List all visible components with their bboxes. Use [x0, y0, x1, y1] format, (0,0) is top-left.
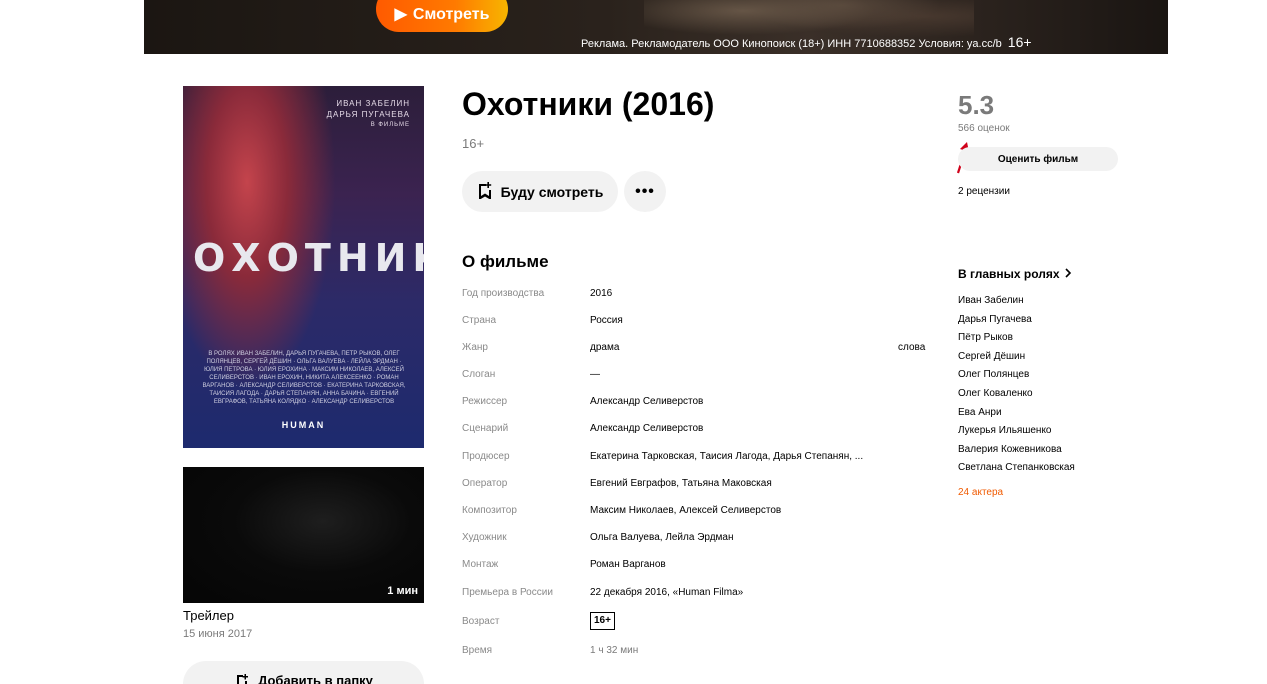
info-label: Слоган — [462, 369, 496, 380]
cast-item[interactable]: Светлана Степанковская — [958, 462, 1075, 481]
add-to-folder-button[interactable]: Добавить в папку — [183, 661, 424, 684]
cast-item[interactable]: Дарья Пугачева — [958, 314, 1075, 333]
info-value-composer[interactable]: Максим Николаев, Алексей Селиверстов — [590, 505, 781, 516]
watch-later-button[interactable]: Буду смотреть — [462, 171, 618, 212]
bookmark-plus-icon — [477, 181, 493, 202]
info-value-screenplay[interactable]: Александр Селиверстов — [590, 423, 703, 434]
poster-actor-1: ИВАН ЗАБЕЛИН — [336, 99, 410, 108]
info-label: Сценарий — [462, 423, 509, 434]
info-label: Композитор — [462, 505, 517, 516]
cast-item[interactable]: Ева Анри — [958, 407, 1075, 426]
rating-score: 5.3 — [958, 90, 995, 120]
film-age: 16+ — [462, 136, 485, 151]
poster-credits: В РОЛЯХ ИВАН ЗАБЕЛИН, ДАРЬЯ ПУГАЧЕВА, ПЕ… — [202, 351, 406, 405]
info-value-country[interactable]: Россия — [590, 315, 623, 326]
ad-text: Реклама. Рекламодатель ООО Кинопоиск (18… — [581, 38, 1002, 50]
info-value-editing[interactable]: Роман Варганов — [590, 559, 666, 570]
cast-more-link[interactable]: 24 актера — [958, 487, 1003, 498]
cast-title-label: В главных ролях — [958, 267, 1060, 281]
info-label: Монтаж — [462, 559, 499, 570]
watch-button-label: Смотреть — [412, 6, 490, 23]
info-value-slogan: — — [590, 369, 600, 380]
info-value-artist[interactable]: Ольга Валуева, Лейла Эрдман — [590, 532, 734, 543]
reviews-link[interactable]: 2 рецензии — [958, 186, 1010, 197]
ad-age-badge: 16+ — [1007, 34, 1032, 50]
more-dots-icon: ••• — [635, 182, 655, 200]
info-value-age: 16+ — [590, 612, 615, 630]
watch-later-label: Буду смотреть — [500, 183, 604, 200]
watch-button[interactable]: ▶ Смотреть — [376, 0, 508, 32]
info-label: Художник — [462, 532, 507, 543]
about-section-title: О фильме — [462, 252, 549, 271]
poster-actor-2: ДАРЬЯ ПУГАЧЕВА — [326, 110, 410, 119]
cast-item[interactable]: Олег Полянцев — [958, 369, 1075, 388]
info-label: Премьера в России — [462, 587, 553, 598]
info-value-time: 1 ч 32 мин — [590, 645, 639, 656]
info-value-genre[interactable]: драма — [590, 342, 619, 353]
cast-item[interactable]: Иван Забелин — [958, 295, 1075, 314]
trailer-date: 15 июня 2017 — [183, 628, 253, 640]
cast-item[interactable]: Валерия Кожевникова — [958, 444, 1075, 463]
cast-item[interactable]: Лукерья Ильяшенко — [958, 425, 1075, 444]
age-rating-badge: 16+ — [590, 612, 615, 630]
cast-title[interactable]: В главных ролях — [958, 267, 1072, 281]
info-label: Время — [462, 645, 493, 656]
info-label: Страна — [462, 315, 497, 326]
cast-item[interactable]: Сергей Дёшин — [958, 351, 1075, 370]
play-icon: ▶ — [394, 6, 407, 23]
poster-subtitle: В ФИЛЬМЕ — [370, 122, 410, 128]
cast-list: Иван Забелин Дарья Пугачева Пётр Рыков С… — [958, 295, 1075, 481]
trailer-title[interactable]: Трейлер — [183, 608, 234, 623]
ad-disclaimer[interactable]: Реклама. Рекламодатель ООО Кинопоиск (18… — [581, 34, 1032, 50]
folder-plus-icon — [234, 673, 250, 684]
cast-item[interactable]: Олег Коваленко — [958, 388, 1075, 407]
poster-names: ИВАН ЗАБЕЛИН ДАРЬЯ ПУГАЧЕВА В ФИЛЬМЕ — [327, 98, 410, 131]
rating-votes: 566 оценок — [958, 123, 1010, 134]
info-label: Возраст — [462, 616, 500, 627]
trailer-thumbnail[interactable]: 1 мин — [183, 467, 424, 603]
more-options-button[interactable]: ••• — [624, 171, 666, 212]
info-value-producer[interactable]: Екатерина Тарковская, Таисия Лагода, Дар… — [590, 451, 863, 462]
trailer-duration: 1 мин — [387, 585, 418, 597]
film-poster[interactable]: ИВАН ЗАБЕЛИН ДАРЬЯ ПУГАЧЕВА В ФИЛЬМЕ ОХО… — [183, 86, 424, 448]
info-value-premiere[interactable]: 22 декабря 2016, «Human Filma» — [590, 587, 743, 598]
page: ▶ Смотреть Реклама. Рекламодатель ООО Ки… — [0, 0, 1267, 684]
info-label: Год производства — [462, 288, 545, 299]
poster-title: ОХОТНИКИ — [193, 236, 424, 280]
poster-logo: HUMAN — [281, 420, 326, 430]
add-to-folder-label: Добавить в папку — [258, 673, 373, 684]
info-value-director[interactable]: Александр Селиверстов — [590, 396, 703, 407]
info-label: Оператор — [462, 478, 508, 489]
info-keywords-link[interactable]: слова — [898, 342, 925, 353]
info-value-year[interactable]: 2016 — [590, 288, 612, 299]
ad-banner[interactable]: ▶ Смотреть Реклама. Рекламодатель ООО Ки… — [144, 0, 1168, 54]
info-label: Жанр — [462, 342, 488, 353]
film-title: Охотники (2016) — [462, 86, 715, 122]
info-label: Продюсер — [462, 451, 510, 462]
rate-film-label: Оценить фильм — [997, 153, 1079, 165]
chevron-right-icon — [1064, 267, 1072, 281]
info-value-operator[interactable]: Евгений Евграфов, Татьяна Маковская — [590, 478, 772, 489]
cast-item[interactable]: Пётр Рыков — [958, 332, 1075, 351]
rate-film-button[interactable]: Оценить фильм — [958, 147, 1118, 171]
info-label: Режиссер — [462, 396, 508, 407]
